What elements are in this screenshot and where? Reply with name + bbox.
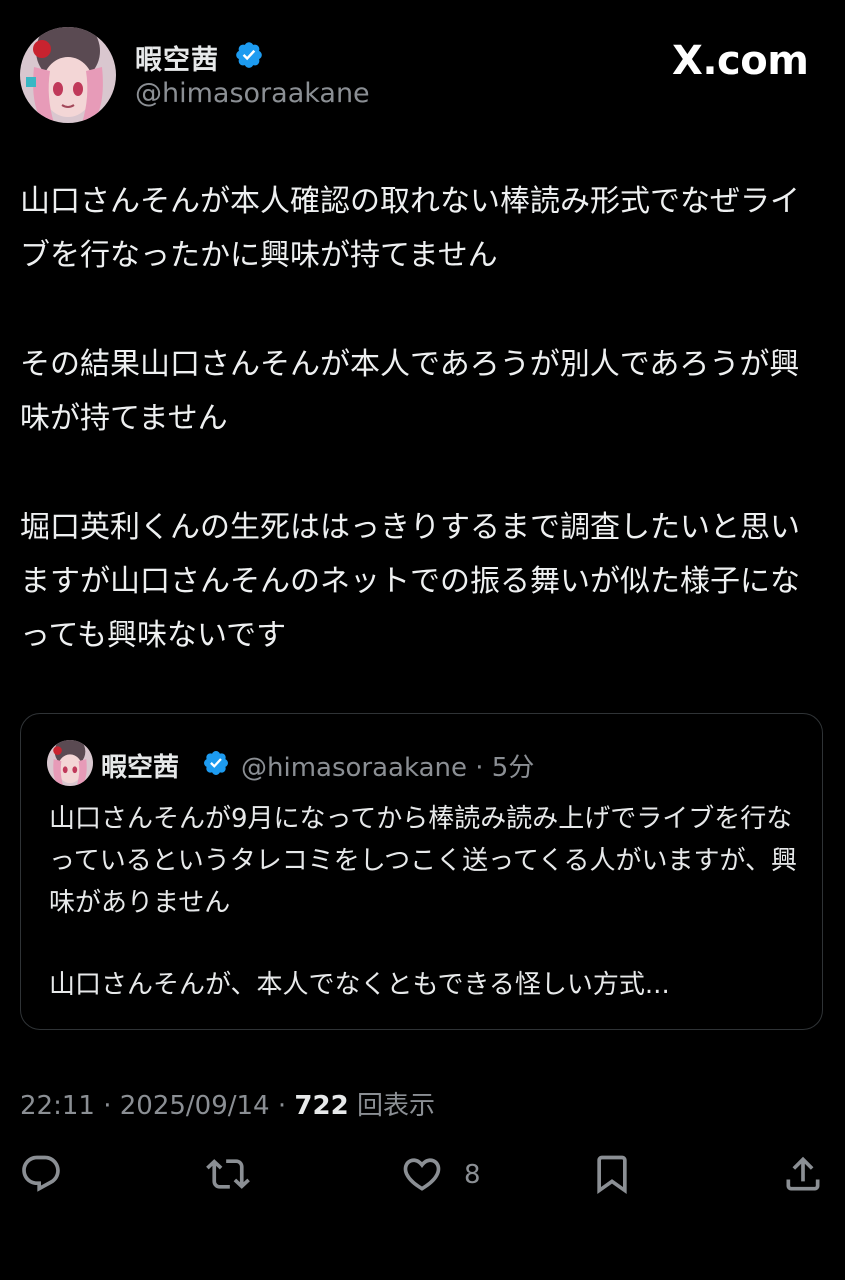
share-button[interactable]	[781, 1152, 829, 1200]
quoted-handle[interactable]: @himasoraakane	[241, 753, 467, 783]
quoted-time[interactable]: 5分	[492, 753, 535, 783]
separator-dot: ·	[466, 753, 492, 783]
verified-badge-icon	[202, 749, 230, 777]
share-icon	[786, 1156, 820, 1191]
like-count: 8	[464, 1160, 481, 1190]
view-label: 回表示	[356, 1091, 435, 1121]
avatar[interactable]	[20, 27, 116, 123]
tweet-meta: 22:11 · 2025/09/14 · 722 回表示	[20, 1085, 435, 1122]
separator-dot: ·	[94, 1091, 120, 1121]
display-name[interactable]: 暇空茜	[135, 38, 219, 77]
retweet-button[interactable]	[206, 1152, 254, 1200]
bookmark-button[interactable]	[590, 1152, 638, 1200]
tweet-date[interactable]: 2025/09/14	[120, 1091, 270, 1121]
verified-badge-icon	[234, 40, 264, 70]
separator-dot: ·	[269, 1091, 295, 1121]
like-button[interactable]	[400, 1152, 448, 1200]
heart-icon	[403, 1158, 441, 1191]
bookmark-icon	[597, 1155, 627, 1195]
reply-icon	[22, 1155, 60, 1192]
quoted-handle-time: @himasoraakane · 5分	[241, 747, 534, 784]
user-handle[interactable]: @himasoraakane	[135, 78, 370, 109]
quoted-text-truncated: 山口さんそんが、本人でなくともできる怪しい方式...	[49, 970, 670, 1000]
tweet-paragraph: 山口さんそんが本人確認の取れない棒読み形式でなぜライブを行なったかに興味が持てま…	[20, 184, 800, 273]
x-com-logo: X.com	[672, 38, 809, 84]
retweet-icon	[206, 1159, 250, 1189]
view-count: 722	[294, 1091, 349, 1121]
quoted-text: 山口さんそんが9月になってから棒読み読み上げでライブを行なっているというタレコミ…	[49, 804, 798, 918]
reply-button[interactable]	[19, 1152, 67, 1200]
quoted-display-name[interactable]: 暇空茜	[101, 747, 179, 784]
quoted-tweet-card[interactable]: 暇空茜 @himasoraakane · 5分 山口さんそんが9月になってから棒…	[20, 713, 823, 1030]
tweet-paragraph: その結果山口さんそんが本人であろうが別人であろうが興味が持てません	[20, 347, 800, 436]
quoted-avatar[interactable]	[47, 740, 93, 786]
tweet-time[interactable]: 22:11	[20, 1091, 95, 1121]
tweet-paragraph: 堀口英利くんの生死ははっきりするまで調査したいと思いますが山口さんそんのネットで…	[20, 510, 800, 653]
